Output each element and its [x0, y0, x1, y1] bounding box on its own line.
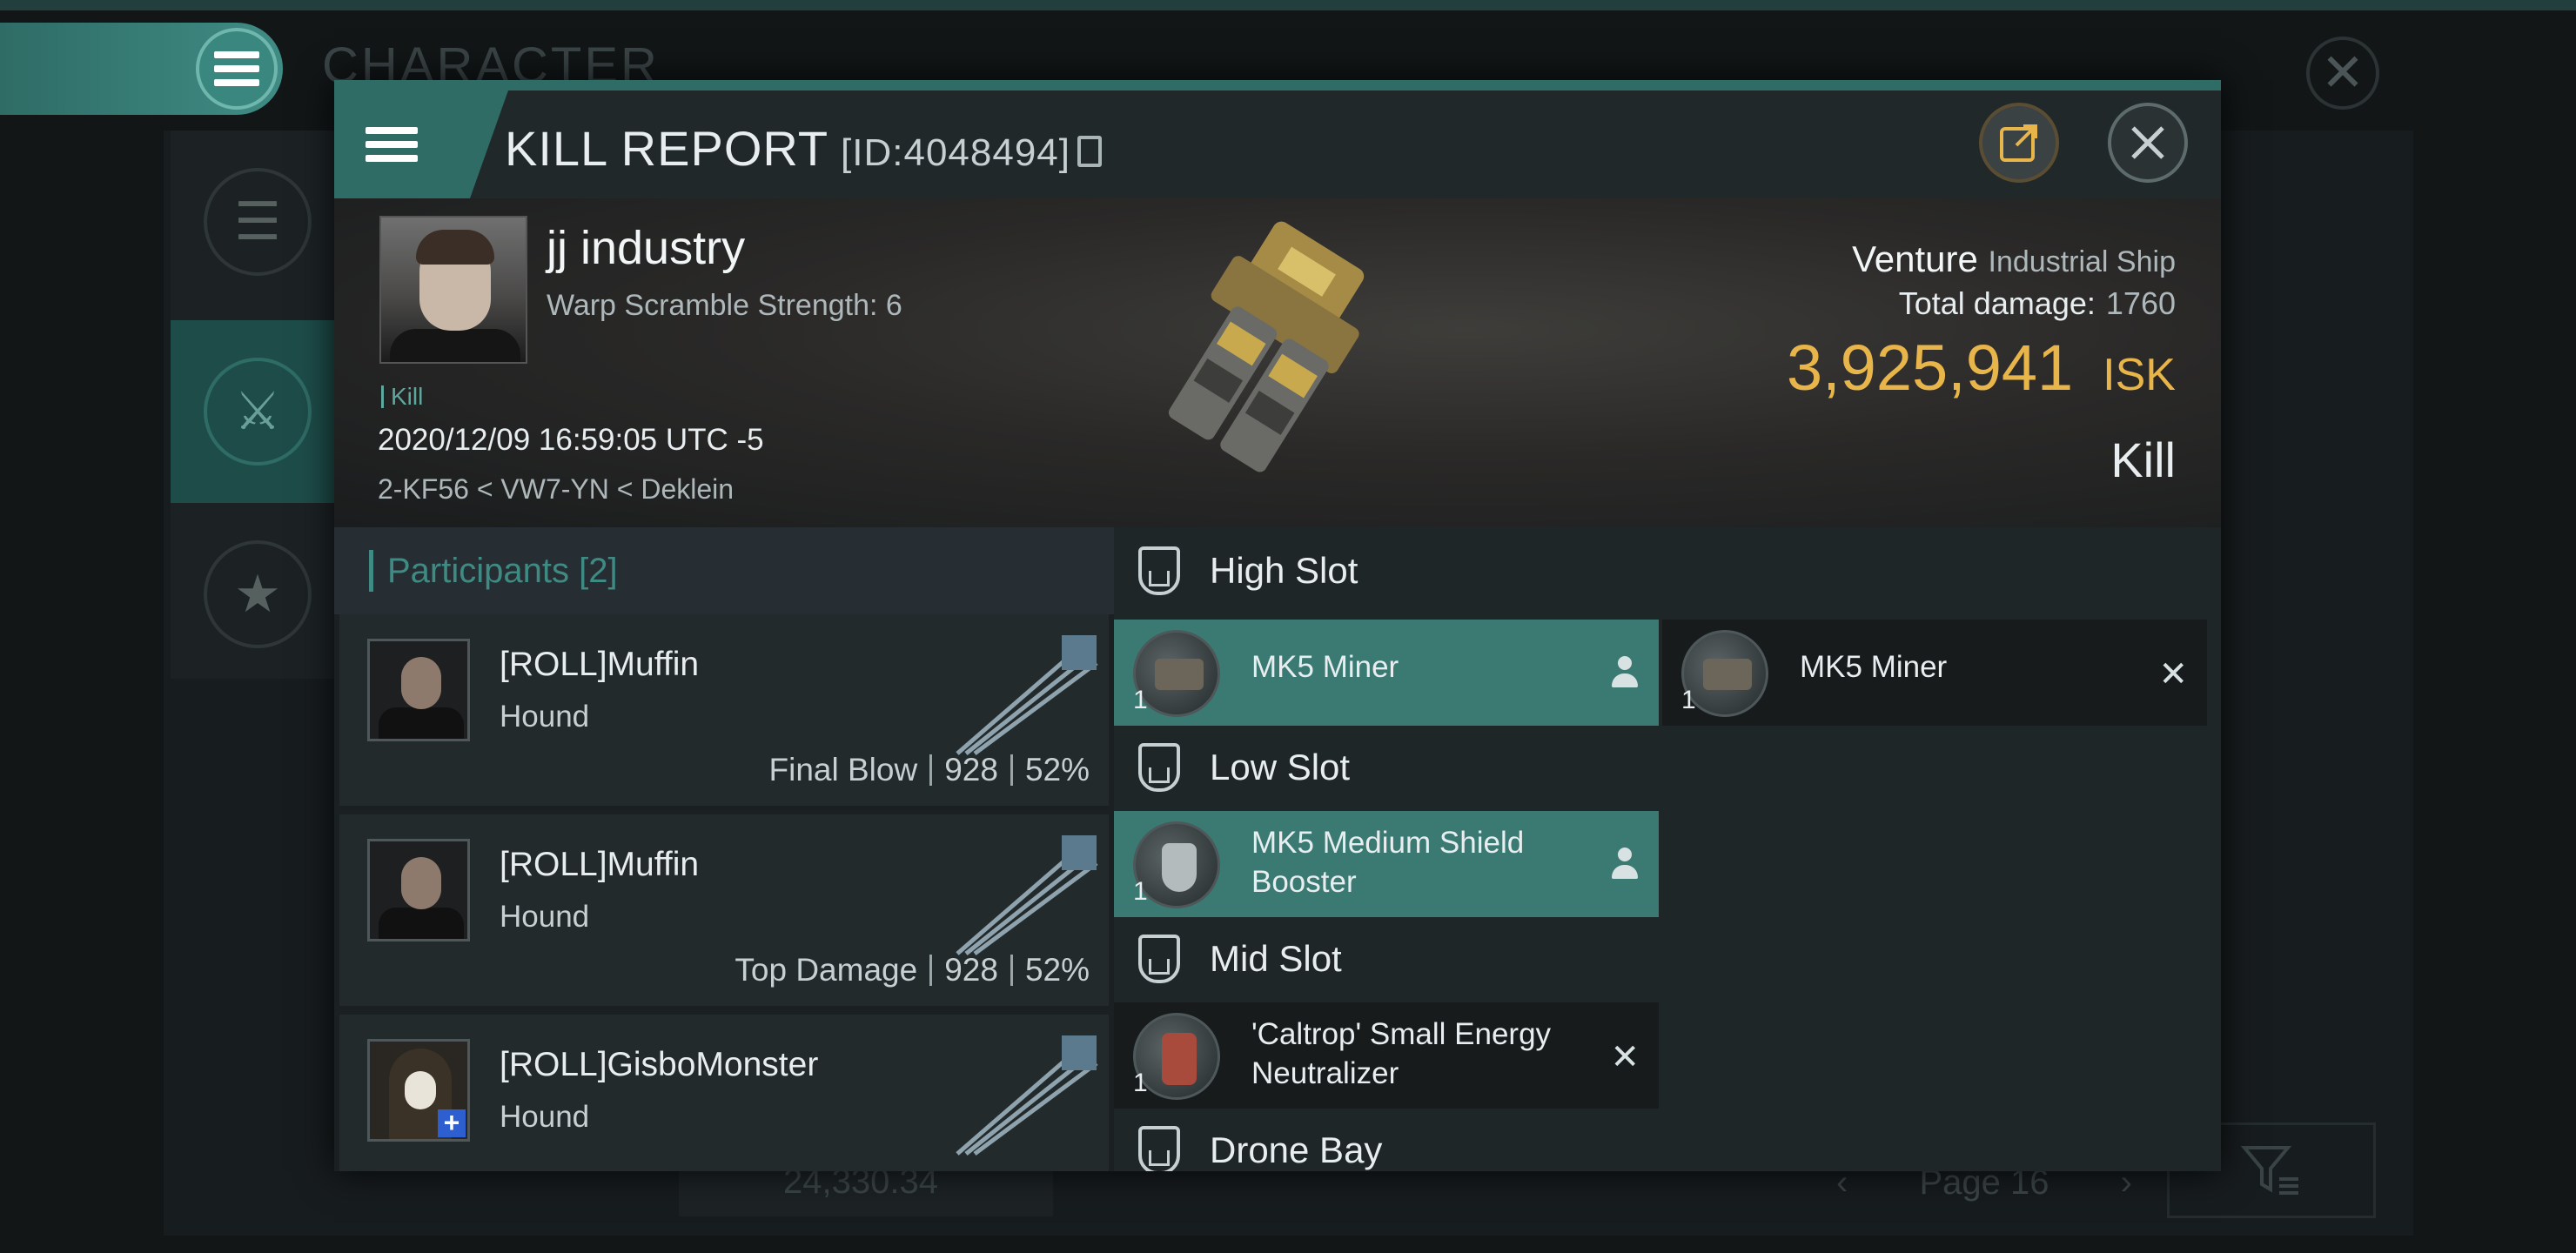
top-bar — [0, 0, 2576, 10]
dialog-header: KILL REPORT [ID:4048494] — [334, 90, 2221, 198]
participant-name: [ROLL]Muffin — [500, 646, 700, 683]
victim-name[interactable]: jj industry — [547, 221, 745, 275]
participant-row[interactable]: [ROLL]Muffin Hound Top Damage 928 52% — [339, 814, 1109, 1009]
participant-avatar — [367, 839, 470, 941]
main-menu-button[interactable] — [0, 23, 283, 115]
isk-unit: ISK — [2103, 350, 2176, 400]
module-name: MK5 Medium Shield Booster — [1251, 826, 1525, 899]
share-button[interactable] — [1979, 103, 2059, 183]
total-damage-value: 1760 — [2105, 285, 2176, 321]
victim-portrait[interactable] — [379, 216, 527, 364]
kill-report-dialog: KILL REPORT [ID:4048494] jj industry Warp… — [334, 80, 2221, 1171]
plus-icon: + — [438, 1109, 466, 1137]
ship-name-text: Venture — [1852, 238, 1978, 279]
hound-ship-icon — [956, 1035, 1098, 1156]
participant-percent: 52% — [1024, 752, 1090, 787]
drone-bay-header: Drone Bay — [1114, 1107, 2221, 1171]
module-item[interactable]: 1 MK5 Miner — [1114, 620, 1659, 726]
sidebar-item-killmails[interactable]: ⚔ — [171, 320, 345, 503]
close-button[interactable] — [2108, 103, 2188, 183]
low-slot-icon — [1138, 743, 1180, 792]
kill-location[interactable]: 2-KF56 < VW7-YN < Deklein — [378, 473, 734, 506]
participant-row[interactable]: + [ROLL]GisboMonster Hound — [339, 1015, 1109, 1171]
menu-icon — [196, 28, 278, 110]
dropped-person-icon — [1612, 656, 1638, 689]
participant-row[interactable]: [ROLL]Muffin Hound Final Blow 928 52% — [339, 614, 1109, 809]
drone-bay-icon — [1138, 1126, 1180, 1171]
ship-name[interactable]: Venture Industrial Ship — [1852, 238, 2176, 280]
participants-panel: Participants [2] [ROLL]Muffin Hound Fina… — [334, 527, 1114, 1171]
participant-name: [ROLL]GisboMonster — [500, 1046, 819, 1083]
mid-slot-icon — [1138, 935, 1180, 983]
isk-value: 3,925,941 ISK — [1787, 331, 2176, 405]
filter-icon — [2241, 1146, 2298, 1195]
module-item[interactable]: 1 MK5 Medium Shield Booster — [1114, 811, 1659, 917]
participant-percent: 52% — [1024, 952, 1090, 988]
dialog-title-text: KILL REPORT — [505, 121, 829, 176]
close-icon — [2131, 126, 2164, 159]
module-name: MK5 Miner — [1800, 650, 1948, 684]
participant-name: [ROLL]Muffin — [500, 846, 700, 883]
total-damage: Total damage: 1760 — [1899, 285, 2176, 322]
kill-tag: Kill — [381, 383, 423, 411]
drone-bay-label: Drone Bay — [1210, 1129, 1383, 1170]
low-slot-label: Low Slot — [1210, 747, 1351, 787]
participant-stats: Top Damage 928 52% — [735, 952, 1090, 988]
star-icon: ★ — [204, 540, 312, 648]
participant-avatar — [367, 639, 470, 741]
participant-tag: Final Blow — [768, 752, 918, 787]
participant-damage: 928 — [944, 752, 998, 787]
destroyed-icon: ✕ — [1610, 1038, 1640, 1076]
venture-ship-image[interactable] — [1100, 207, 1466, 512]
mid-slot-label: Mid Slot — [1210, 938, 1342, 979]
participants-header: Participants [2] — [334, 527, 1114, 614]
mid-slot-header: Mid Slot — [1114, 915, 2221, 1002]
participant-avatar: + — [367, 1039, 470, 1142]
total-damage-label: Total damage: — [1898, 285, 2096, 321]
dropped-person-icon — [1612, 848, 1638, 881]
participant-tag: Top Damage — [735, 952, 918, 988]
dialog-menu-button[interactable] — [334, 90, 508, 198]
participant-ship: Hound — [500, 900, 590, 934]
module-quantity: 1 — [1133, 877, 1148, 906]
ship-class: Industrial Ship — [1988, 245, 2176, 278]
screen-close-button[interactable]: ✕ — [2306, 37, 2379, 110]
participant-ship: Hound — [500, 1100, 590, 1134]
module-quantity: 1 — [1133, 686, 1148, 714]
high-slot-label: High Slot — [1210, 550, 1358, 591]
fitting-panel: High Slot 1 MK5 Miner 1 MK5 Miner ✕ Low … — [1114, 527, 2221, 1171]
low-slot-header: Low Slot — [1114, 724, 2221, 811]
copy-icon[interactable] — [1077, 136, 1102, 167]
participant-ship: Hound — [500, 700, 590, 734]
participant-damage: 928 — [944, 952, 998, 988]
kill-datetime: 2020/12/09 16:59:05 UTC -5 — [378, 423, 764, 457]
kill-result: Kill — [2110, 432, 2176, 487]
destroyed-icon: ✕ — [2158, 655, 2188, 694]
hound-ship-icon — [956, 635, 1098, 756]
list-icon: ☰ — [204, 168, 312, 276]
module-quantity: 1 — [1681, 686, 1696, 714]
warp-scramble-strength: Warp Scramble Strength: 6 — [547, 289, 902, 322]
sidebar-item-list[interactable]: ☰ — [171, 131, 345, 313]
module-item[interactable]: 1 MK5 Miner ✕ — [1662, 620, 2207, 726]
module-name: 'Caltrop' Small Energy Neutralizer — [1251, 1017, 1552, 1090]
hound-ship-icon — [956, 835, 1098, 956]
menu-icon — [366, 127, 418, 162]
share-icon — [2000, 124, 2037, 162]
dialog-title: KILL REPORT [ID:4048494] — [505, 120, 1102, 177]
victim-summary: jj industry Warp Scramble Strength: 6 Ki… — [334, 198, 2221, 527]
sidebar-item-standings[interactable]: ★ — [171, 503, 345, 686]
high-slot-icon — [1138, 546, 1180, 595]
isk-amount: 3,925,941 — [1786, 332, 2074, 404]
module-name: MK5 Miner — [1251, 650, 1399, 684]
kill-id: [ID:4048494] — [841, 131, 1070, 174]
crossed-swords-icon: ⚔ — [204, 358, 312, 466]
high-slot-header: High Slot — [1114, 527, 2221, 614]
module-item[interactable]: 1 'Caltrop' Small Energy Neutralizer ✕ — [1114, 1002, 1659, 1109]
module-quantity: 1 — [1133, 1069, 1148, 1097]
participant-stats: Final Blow 928 52% — [769, 752, 1090, 788]
